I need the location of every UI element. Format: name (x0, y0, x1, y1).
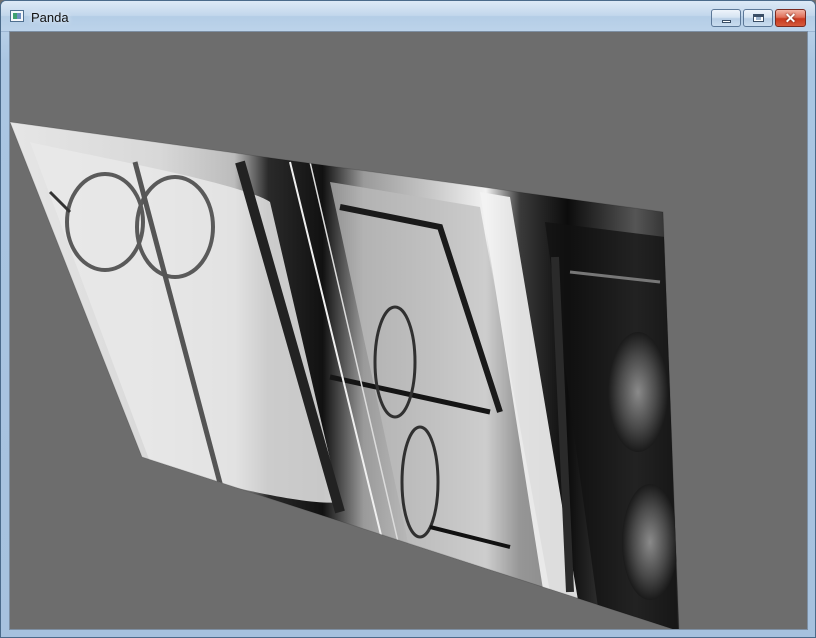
window-title: Panda (31, 10, 69, 25)
app-icon[interactable] (10, 10, 24, 22)
render-viewport[interactable] (9, 31, 808, 630)
close-icon: ✕ (784, 10, 797, 26)
maximize-button[interactable] (743, 9, 773, 27)
scene-canvas (10, 121, 680, 629)
title-bar[interactable]: Panda ✕ (1, 1, 815, 32)
maximize-icon (753, 14, 764, 22)
close-button[interactable]: ✕ (775, 9, 806, 27)
minimize-icon (722, 20, 731, 23)
app-window: Panda ✕ (0, 0, 816, 638)
minimize-button[interactable] (711, 9, 741, 27)
textured-quad (10, 122, 679, 629)
